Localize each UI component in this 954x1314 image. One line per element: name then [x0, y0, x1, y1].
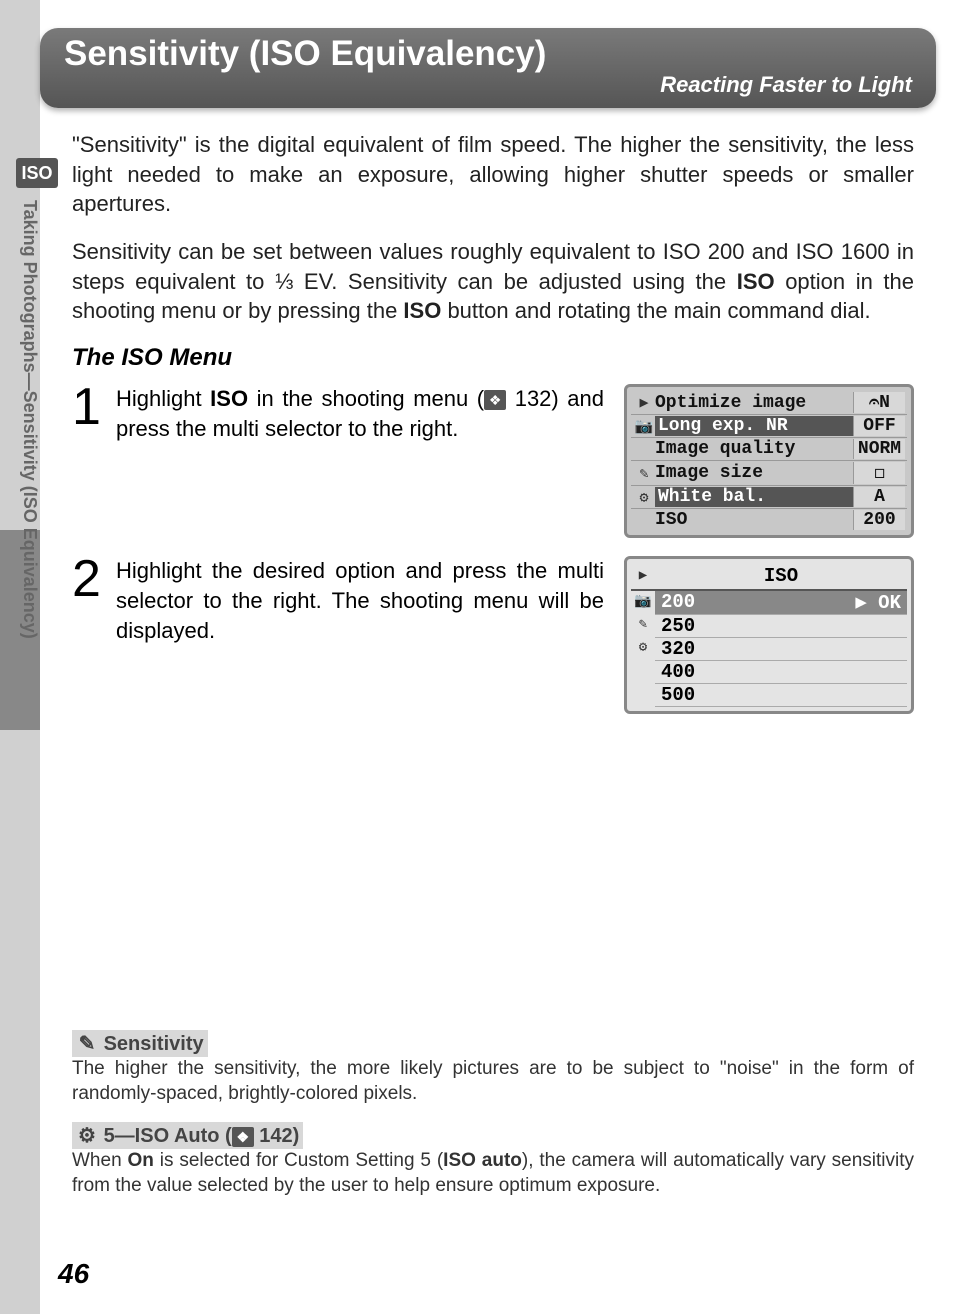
iso-bold-2: ISO: [403, 298, 441, 323]
note-iso-auto: ⚙ 5—ISO Auto (❖ 142) When On is selected…: [72, 1122, 914, 1198]
note-2-title: ⚙ 5—ISO Auto (❖ 142): [72, 1122, 303, 1149]
step-1-row: 1 Highlight ISO in the shooting menu (❖ …: [72, 384, 914, 538]
lcd2-body: 📷 ✎ ⚙ 200▶ OK250320400500: [631, 591, 907, 707]
lcd2-side-icon: ✎: [639, 616, 647, 633]
step-1-text: Highlight ISO in the shooting menu (❖ 13…: [116, 384, 604, 443]
lcd-row-value: 𝄐N: [853, 392, 905, 413]
gear-icon: ⚙: [76, 1123, 98, 1148]
note-sensitivity: ✎ Sensitivity The higher the sensitivity…: [72, 1030, 914, 1106]
step-2-text: Highlight the desired option and press t…: [116, 556, 604, 645]
lcd2-title: ISO: [655, 563, 907, 589]
lcd2-side-icons: 📷 ✎ ⚙: [631, 591, 655, 707]
lcd2-side-icon: 📷: [634, 593, 651, 610]
step1-a: Highlight: [116, 386, 210, 411]
lcd2-list-item: 400: [655, 661, 907, 684]
note-2-body: When On is selected for Custom Setting 5…: [72, 1149, 914, 1198]
lcd2-list-item: 200▶ OK: [655, 591, 907, 615]
note-2-title-b: 142): [254, 1125, 300, 1147]
lcd-row-label: Image size: [655, 463, 853, 483]
note2-isoauto: ISO auto: [443, 1150, 522, 1171]
lcd2-list-item: 500: [655, 684, 907, 707]
lcd-row-value: A: [853, 487, 905, 507]
lcd-row-value: ◻: [853, 462, 905, 484]
note-1-title: ✎ Sensitivity: [72, 1030, 208, 1057]
lcd2-item-ok: ▶ OK: [855, 591, 901, 614]
step-1-number: 1: [72, 384, 108, 431]
step1-b: in the shooting menu (: [248, 386, 484, 411]
step-2-row: 2 Highlight the desired option and press…: [72, 556, 914, 714]
lcd-iso-list: ▶ ISO 📷 ✎ ⚙ 200▶ OK250320400500: [624, 556, 914, 714]
lcd2-list: 200▶ OK250320400500: [655, 591, 907, 707]
lcd2-item-label: 400: [661, 661, 901, 683]
book-ref-icon-2: ❖: [232, 1127, 254, 1147]
lcd-row-label: Image quality: [655, 439, 853, 459]
lcd2-item-label: 500: [661, 684, 901, 706]
lcd-menu-row: ▶Optimize image𝄐N: [631, 391, 907, 415]
note2-a: When: [72, 1150, 128, 1171]
lcd-row-label: Long exp. NR: [655, 416, 853, 436]
note2-b: is selected for Custom Setting 5 (: [154, 1150, 443, 1171]
page-subtitle: Reacting Faster to Light: [64, 72, 912, 98]
lcd-row-value: OFF: [853, 416, 905, 436]
lcd-menu-row: 📷Long exp. NROFF: [631, 415, 907, 438]
intro-paragraph: "Sensitivity" is the digital equivalent …: [72, 130, 914, 219]
lcd-row-label: White bal.: [655, 487, 853, 507]
lcd-row-value: 200: [853, 510, 905, 530]
lcd-menu-row: Image qualityNORM: [631, 438, 907, 461]
note-1-title-text: Sensitivity: [104, 1033, 204, 1055]
lcd-row-label: ISO: [655, 510, 853, 530]
lcd-menu-row: ISO200: [631, 509, 907, 531]
range-text-b: EV. Sensitivity can be adjusted using th…: [293, 269, 736, 294]
page-number: 46: [58, 1258, 89, 1290]
lcd-menu-row: ✎Image size◻: [631, 461, 907, 486]
note2-on: On: [128, 1150, 154, 1171]
note-1-body: The higher the sensitivity, the more lik…: [72, 1057, 914, 1106]
iso-bold-1: ISO: [737, 269, 775, 294]
page-title: Sensitivity (ISO Equivalency): [64, 34, 912, 74]
lcd-menu-row: ⚙White bal.A: [631, 486, 907, 509]
lcd-row-label: Optimize image: [655, 393, 853, 413]
book-ref-icon: ❖: [484, 390, 506, 410]
notes-area: ✎ Sensitivity The higher the sensitivity…: [72, 1030, 914, 1215]
lcd2-item-label: 320: [661, 638, 901, 660]
pencil-icon: ✎: [76, 1031, 98, 1056]
content-area: "Sensitivity" is the digital equivalent …: [72, 130, 914, 732]
lcd2-header-icon: ▶: [631, 563, 655, 589]
lcd-row-icon: 📷: [633, 417, 655, 436]
note-2-title-a: 5—ISO Auto (: [104, 1125, 232, 1147]
iso-badge: ISO: [16, 158, 58, 188]
title-banner: Sensitivity (ISO Equivalency) Reacting F…: [40, 28, 936, 108]
lcd2-list-item: 320: [655, 638, 907, 661]
step-2-number: 2: [72, 556, 108, 603]
lcd-row-icon: ⚙: [633, 488, 655, 507]
range-paragraph: Sensitivity can be set between values ro…: [72, 237, 914, 326]
lcd-shooting-menu: ▶Optimize image𝄐N📷Long exp. NROFFImage q…: [624, 384, 914, 538]
lcd-row-icon: ✎: [633, 464, 655, 483]
sidebar-section-label: Taking Photographs—Sensitivity (ISO Equi…: [19, 200, 40, 220]
fraction-one-third: ⅓: [275, 269, 293, 294]
lcd-row-icon: ▶: [633, 393, 655, 412]
lcd2-list-item: 250: [655, 615, 907, 638]
lcd-row-value: NORM: [853, 439, 905, 459]
step1-iso: ISO: [210, 386, 248, 411]
range-text-d: button and rotating the main command dia…: [441, 298, 870, 323]
lcd2-side-icon: ⚙: [639, 639, 647, 656]
lcd2-header: ▶ ISO: [631, 563, 907, 591]
iso-menu-subhead: The ISO Menu: [72, 344, 914, 372]
lcd2-item-label: 250: [661, 615, 901, 637]
lcd2-item-label: 200: [661, 591, 855, 614]
